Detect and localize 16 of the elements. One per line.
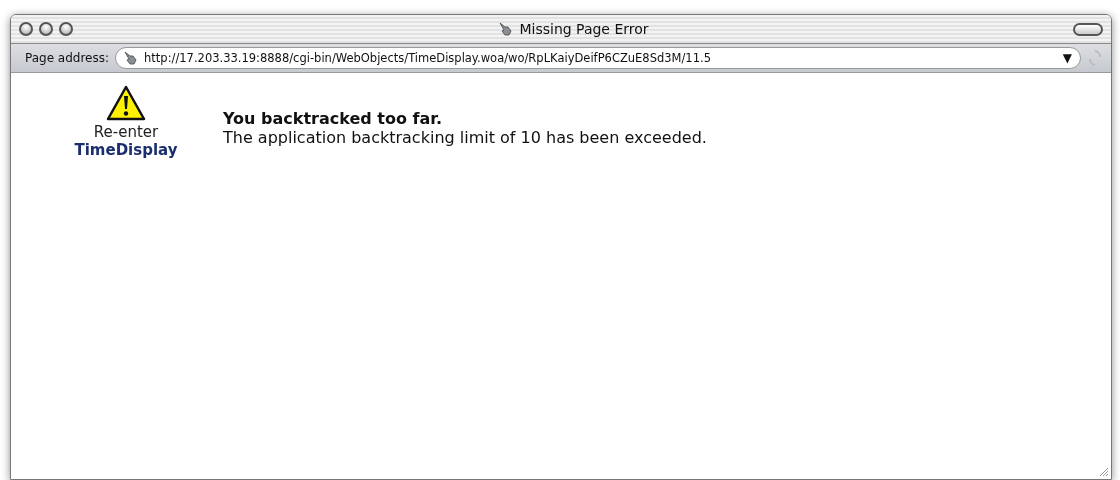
pointer-hand-icon bbox=[122, 50, 139, 66]
close-button[interactable] bbox=[19, 22, 33, 36]
address-field[interactable]: http://17.203.33.19:8888/cgi-bin/WebObjects/TimeDisplay.woa/wo/RpLKaiyDeifP6CZuE8Sd3M/11.5 ▼ bbox=[115, 47, 1081, 69]
re-enter-label: Re-enter bbox=[93, 123, 159, 141]
error-message: The application backtracking limit of 10 has been exceeded. bbox=[223, 128, 707, 147]
resize-grip-icon[interactable] bbox=[1097, 465, 1109, 477]
minimize-button[interactable] bbox=[39, 22, 53, 36]
warning-icon bbox=[106, 85, 146, 121]
app-link[interactable]: TimeDisplay bbox=[74, 141, 178, 159]
pointer-hand-icon bbox=[497, 21, 514, 37]
dropdown-button[interactable]: ▼ bbox=[1062, 51, 1072, 65]
zoom-button[interactable] bbox=[59, 22, 73, 36]
window-title: Missing Page Error bbox=[519, 21, 649, 37]
toolbar-toggle-button[interactable] bbox=[1073, 22, 1103, 36]
address-label: Page address: bbox=[25, 51, 110, 65]
error-heading: You backtracked too far. bbox=[223, 109, 443, 128]
